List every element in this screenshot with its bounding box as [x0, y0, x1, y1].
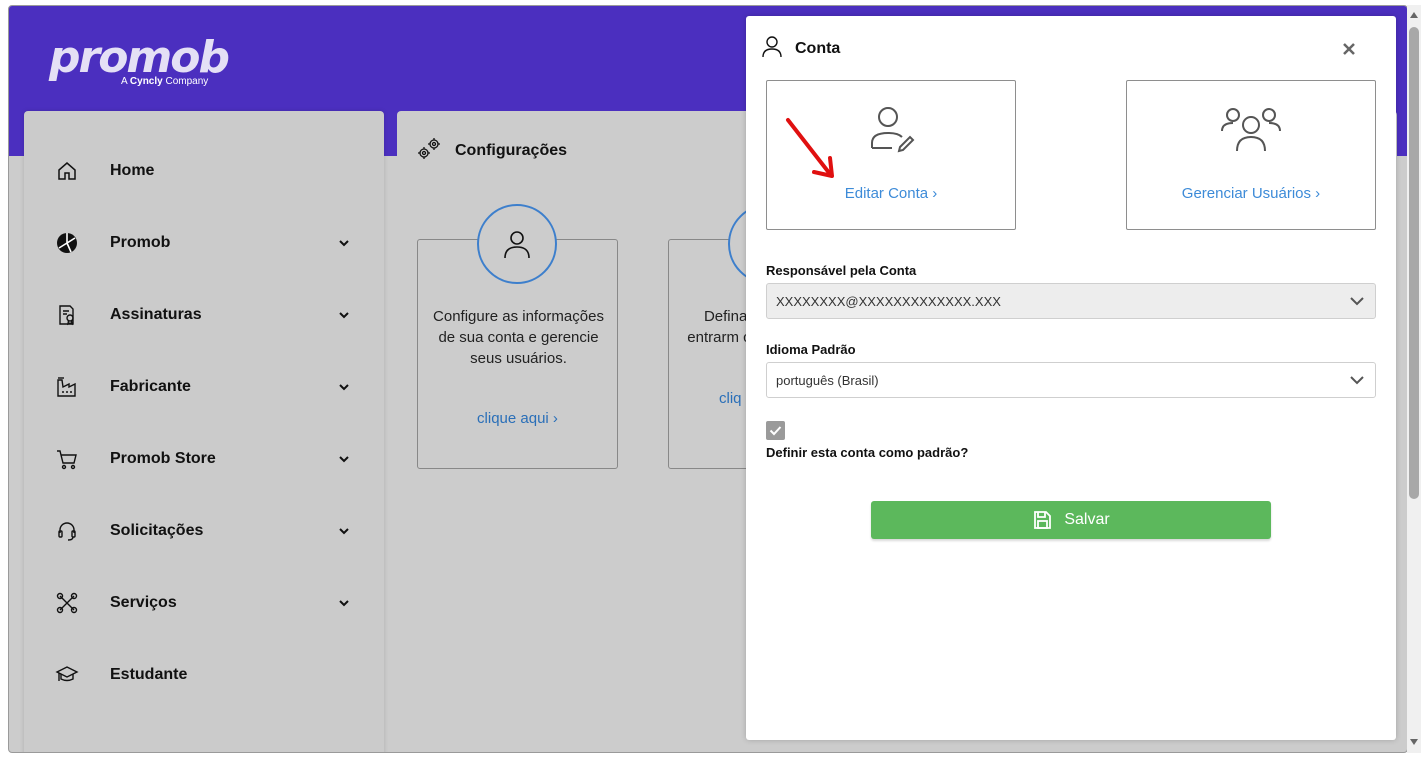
sidebar-item-solicitacoes[interactable]: Solicitações [24, 511, 384, 551]
chevron-down-icon [1350, 376, 1364, 385]
close-icon[interactable] [1340, 40, 1358, 58]
sidebar-item-promob-store[interactable]: Promob Store [24, 439, 384, 479]
promob-logo[interactable]: promob A Cyncly Company [49, 32, 230, 87]
sidebar-item-label: Serviços [110, 594, 177, 611]
browser-viewport: promob A Cyncly Company Home Promob Assi… [8, 5, 1408, 753]
certificate-icon [54, 302, 80, 328]
user-circle-icon [477, 204, 557, 284]
owner-label: Responsável pela Conta [766, 263, 917, 278]
factory-icon [54, 374, 80, 400]
sidebar-item-label: Assinaturas [110, 306, 202, 323]
gears-icon [415, 135, 443, 168]
floppy-disk-icon [1034, 511, 1052, 529]
chevron-down-icon [339, 240, 349, 247]
sidebar-item-assinaturas[interactable]: Assinaturas [24, 295, 384, 335]
scroll-down-icon[interactable] [1409, 737, 1419, 747]
language-label: Idioma Padrão [766, 342, 856, 357]
scrollbar[interactable] [1407, 5, 1421, 753]
save-label: Salvar [1064, 511, 1110, 528]
option-label: Gerenciar Usuários › [1181, 185, 1321, 202]
sidebar: Home Promob Assinaturas Fabricante Promo… [24, 111, 384, 752]
page-title: Configurações [455, 142, 568, 159]
modal-title: Conta [795, 40, 841, 57]
headset-icon [54, 518, 80, 544]
chevron-down-icon [339, 600, 349, 607]
check-icon [769, 426, 782, 436]
cart-icon [54, 446, 80, 472]
chevron-down-icon [1350, 297, 1364, 306]
sidebar-item-fabricante[interactable]: Fabricante [24, 367, 384, 407]
sidebar-item-label: Promob [110, 234, 171, 251]
default-account-label: Definir esta conta como padrão? [766, 445, 969, 460]
home-icon [54, 158, 80, 184]
chevron-down-icon [339, 312, 349, 319]
save-button[interactable]: Salvar [871, 501, 1271, 539]
option-label: Editar Conta › [844, 185, 938, 202]
logo-tagline: A Cyncly Company [121, 76, 209, 87]
sidebar-item-servicos[interactable]: Serviços [24, 583, 384, 623]
sidebar-item-label: Solicitações [110, 522, 204, 539]
manage-users-option[interactable]: Gerenciar Usuários › [1126, 80, 1376, 230]
scroll-thumb[interactable] [1409, 27, 1419, 499]
scroll-up-icon[interactable] [1409, 10, 1419, 20]
sidebar-item-label: Estudante [110, 666, 188, 683]
chevron-down-icon [339, 384, 349, 391]
language-select[interactable]: português (Brasil) [766, 362, 1376, 398]
language-value: português (Brasil) [776, 372, 879, 388]
sidebar-item-estudante[interactable]: Estudante [24, 655, 384, 695]
sidebar-item-label: Fabricante [110, 378, 191, 395]
tools-icon [54, 590, 80, 616]
sidebar-item-label: Home [110, 162, 155, 179]
user-icon [761, 35, 783, 64]
sidebar-item-home[interactable]: Home [24, 151, 384, 191]
sidebar-item-promob[interactable]: Promob [24, 223, 384, 263]
chevron-down-icon [339, 456, 349, 463]
card-link[interactable]: clique aqui › [418, 410, 617, 427]
users-group-icon [1127, 103, 1375, 153]
chevron-down-icon [339, 528, 349, 535]
annotation-arrow-icon [786, 118, 834, 178]
owner-value: XXXXXXXX@XXXXXXXXXXXXX.XXX [776, 293, 1001, 309]
default-account-checkbox[interactable] [766, 421, 785, 440]
promob-logo-icon [54, 230, 80, 256]
owner-select[interactable]: XXXXXXXX@XXXXXXXXXXXXX.XXX [766, 283, 1376, 319]
graduation-cap-icon [54, 662, 80, 688]
sidebar-item-label: Promob Store [110, 450, 216, 467]
card-description: Configure as informações de sua conta e … [433, 308, 604, 367]
